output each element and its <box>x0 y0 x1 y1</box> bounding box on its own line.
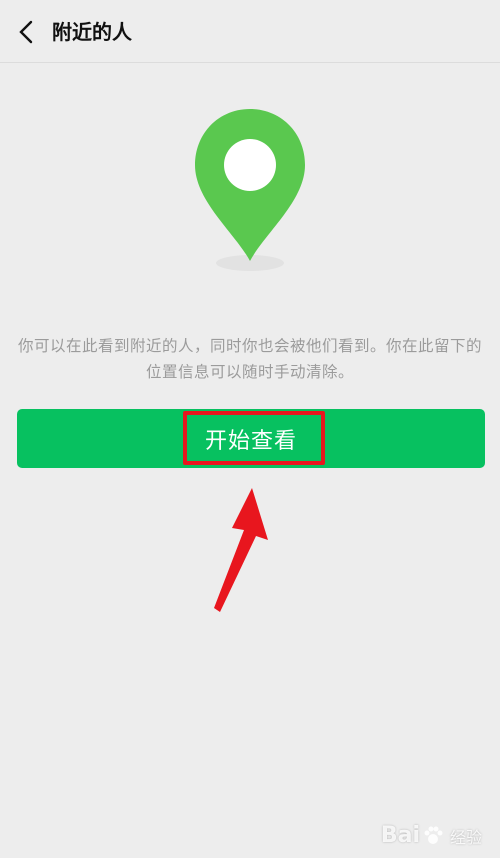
watermark-sub: 经验 <box>449 827 482 847</box>
page-title: 附近的人 <box>52 20 132 44</box>
description-text: 你可以在此看到附近的人，同时你也会被他们看到。你在此留下的位置信息可以随时手动清… <box>18 337 483 381</box>
back-button[interactable] <box>10 14 42 50</box>
chevron-left-icon <box>19 20 33 44</box>
red-arrow-icon <box>214 488 268 612</box>
baidu-watermark: Bai 经验 <box>381 823 482 848</box>
paw-icon <box>424 826 443 844</box>
start-button-label: 开始查看 <box>204 428 297 454</box>
start-viewing-button[interactable]: 开始查看 <box>17 409 485 468</box>
top-bar: 附近的人 <box>0 0 500 63</box>
location-pin-icon <box>195 109 305 271</box>
watermark-brand: Bai <box>380 823 420 848</box>
